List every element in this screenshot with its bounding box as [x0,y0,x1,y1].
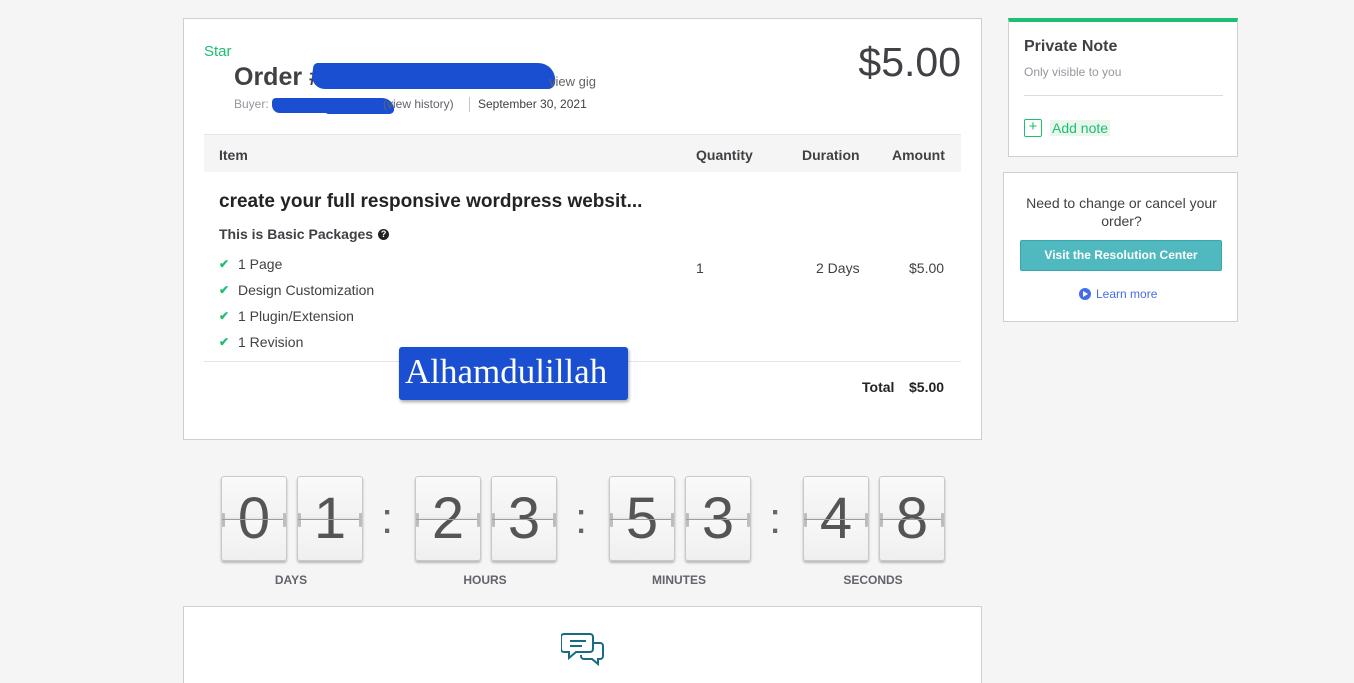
minutes-label: MINUTES [652,573,706,587]
hours-digit-1: 2 [415,476,481,561]
star-link[interactable]: Star [204,43,232,60]
row-duration: 2 Days [816,260,860,276]
list-item: ✔ 1 Page [219,251,374,277]
feature-list: ✔ 1 Page ✔ Design Customization ✔ 1 Plugin/… [219,251,374,355]
order-price: $5.00 [858,39,961,85]
alhamdulillah-sticker: Alhamdulillah [399,347,628,400]
play-icon [1079,288,1091,300]
private-note-card: Private Note Only visible to you + Add n… [1008,18,1238,157]
days-label: DAYS [274,573,308,587]
check-icon: ✔ [219,335,230,349]
hours-label: HOURS [463,573,507,587]
order-number-redaction-stroke [384,73,544,85]
minutes-digit-1: 5 [609,476,675,561]
learn-more-link[interactable]: Learn more [1079,287,1157,301]
countdown-timer: 0 1 : 2 3 : 5 3 : 4 8 DAYS HOURS MINUTES… [183,474,982,594]
resolution-center-button[interactable]: Visit the Resolution Center [1020,240,1222,271]
view-gig-link[interactable]: view gig [549,74,596,89]
view-history-link[interactable]: (view history) [383,97,454,111]
feature-label: 1 Plugin/Extension [238,308,354,324]
list-item: ✔ 1 Revision [219,329,374,355]
check-icon: ✔ [219,257,230,271]
column-header-duration: Duration [802,147,860,163]
total-label: Total [862,379,895,395]
note-divider [1024,95,1223,96]
seconds-label: SECONDS [843,573,903,587]
private-note-subtitle: Only visible to you [1024,65,1122,79]
learn-more-label: Learn more [1096,287,1158,301]
add-note-icon: + [1024,119,1042,137]
chat-icon [561,633,604,667]
days-digit-1: 0 [221,476,287,561]
colon-separator: : [769,494,782,543]
package-name: This is Basic Packages [219,226,374,242]
private-note-title: Private Note [1024,38,1118,55]
seconds-digit-1: 4 [803,476,869,561]
list-item: ✔ Design Customization [219,277,374,303]
row-quantity: 1 [696,260,704,276]
buyer-meta: Buyer: [234,97,269,111]
meta-divider [469,97,470,112]
feature-label: Design Customization [238,282,375,298]
check-icon: ✔ [219,283,230,297]
colon-separator: : [575,494,588,543]
total-value: $5.00 [909,379,945,395]
colon-separator: : [381,494,394,543]
minutes-digit-2: 3 [685,476,751,561]
order-date: September 30, 2021 [478,97,587,111]
feature-label: 1 Revision [238,334,304,350]
column-header-quantity: Quantity [696,147,753,163]
gig-title: create your full responsive wordpress we… [219,191,643,212]
buyer-label: Buyer: [234,97,269,111]
feature-label: 1 Page [238,256,283,272]
row-amount: $5.00 [909,260,945,276]
resolution-prompt: Need to change or cancel your order? [1026,195,1217,229]
column-header-amount: Amount [892,147,945,163]
list-item: ✔ 1 Plugin/Extension [219,303,374,329]
column-header-item: Item [219,147,248,163]
order-activity-card [183,606,982,683]
order-table-header: Item Quantity Duration Amount [204,134,961,172]
info-icon[interactable]: ? [378,228,390,240]
add-note-label: Add note [1050,120,1111,136]
days-digit-2: 1 [297,476,363,561]
resolution-card: Need to change or cancel your order? Vis… [1003,172,1238,322]
hours-digit-2: 3 [491,476,557,561]
add-note-button[interactable]: + Add note [1024,119,1111,137]
check-icon: ✔ [219,309,230,323]
seconds-digit-2: 8 [879,476,945,561]
package-line: This is Basic Packages ? [219,226,390,242]
order-title: Order # [234,63,323,91]
